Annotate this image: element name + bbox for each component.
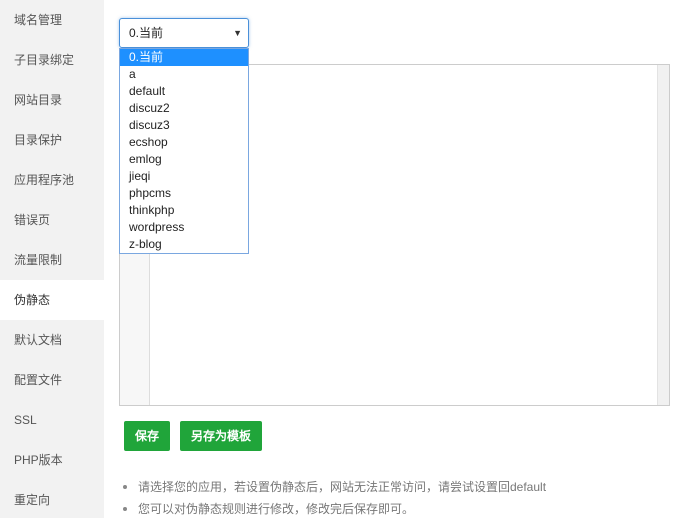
- sidebar-item-php-version[interactable]: PHP版本: [0, 440, 104, 480]
- tip-item: 请选择您的应用，若设置伪静态后，网站无法正常访问，请尝试设置回default: [120, 476, 680, 498]
- rewrite-template-select[interactable]: 0.当前 ▼: [119, 18, 249, 48]
- dropdown-option-current[interactable]: 0.当前: [120, 49, 248, 66]
- save-as-template-button[interactable]: 另存为模板: [180, 421, 262, 451]
- sidebar-item-rewrite[interactable]: 伪静态: [0, 280, 104, 320]
- bullet-icon: [123, 485, 127, 489]
- tip-item: 您可以对伪静态规则进行修改，修改完后保存即可。: [120, 498, 680, 520]
- rewrite-panel: 0.当前 ▼ 0.当前 a default discuz2 discuz3 ec…: [104, 0, 685, 518]
- dropdown-option-default[interactable]: default: [120, 83, 248, 100]
- dropdown-option-ecshop[interactable]: ecshop: [120, 134, 248, 151]
- dropdown-option-jieqi[interactable]: jieqi: [120, 168, 248, 185]
- sidebar-item-subdirectory-binding[interactable]: 子目录绑定: [0, 40, 104, 80]
- sidebar-item-app-pool[interactable]: 应用程序池: [0, 160, 104, 200]
- dropdown-option-a[interactable]: a: [120, 66, 248, 83]
- sidebar-item-directory-protection[interactable]: 目录保护: [0, 120, 104, 160]
- select-current-value: 0.当前: [129, 26, 164, 40]
- dropdown-option-z-blog[interactable]: z-blog: [120, 236, 248, 253]
- dropdown-option-phpcms[interactable]: phpcms: [120, 185, 248, 202]
- sidebar-item-redirect[interactable]: 重定向: [0, 480, 104, 520]
- sidebar-item-site-directory[interactable]: 网站目录: [0, 80, 104, 120]
- sidebar-item-default-document[interactable]: 默认文档: [0, 320, 104, 360]
- sidebar-item-error-page[interactable]: 错误页: [0, 200, 104, 240]
- save-button[interactable]: 保存: [124, 421, 170, 451]
- sidebar-item-domain-management[interactable]: 域名管理: [0, 0, 104, 40]
- dropdown-option-wordpress[interactable]: wordpress: [120, 219, 248, 236]
- sidebar-item-ssl[interactable]: SSL: [0, 400, 104, 440]
- triangle-down-icon: ▼: [233, 28, 242, 38]
- help-tips: 请选择您的应用，若设置伪静态后，网站无法正常访问，请尝试设置回default 您…: [120, 476, 680, 520]
- bullet-icon: [123, 507, 127, 511]
- dropdown-option-emlog[interactable]: emlog: [120, 151, 248, 168]
- sidebar-item-traffic-limit[interactable]: 流量限制: [0, 240, 104, 280]
- site-settings-sidebar: 域名管理 子目录绑定 网站目录 目录保护 应用程序池 错误页 流量限制 伪静态 …: [0, 0, 104, 518]
- rewrite-template-dropdown: 0.当前 a default discuz2 discuz3 ecshop em…: [119, 48, 249, 254]
- dropdown-option-discuz2[interactable]: discuz2: [120, 100, 248, 117]
- sidebar-item-config-file[interactable]: 配置文件: [0, 360, 104, 400]
- dropdown-option-thinkphp[interactable]: thinkphp: [120, 202, 248, 219]
- tip-text: 请选择您的应用，若设置伪静态后，网站无法正常访问，请尝试设置回default: [138, 480, 547, 494]
- tip-text: 您可以对伪静态规则进行修改，修改完后保存即可。: [138, 502, 415, 516]
- editor-scrollbar[interactable]: [657, 65, 669, 405]
- dropdown-option-discuz3[interactable]: discuz3: [120, 117, 248, 134]
